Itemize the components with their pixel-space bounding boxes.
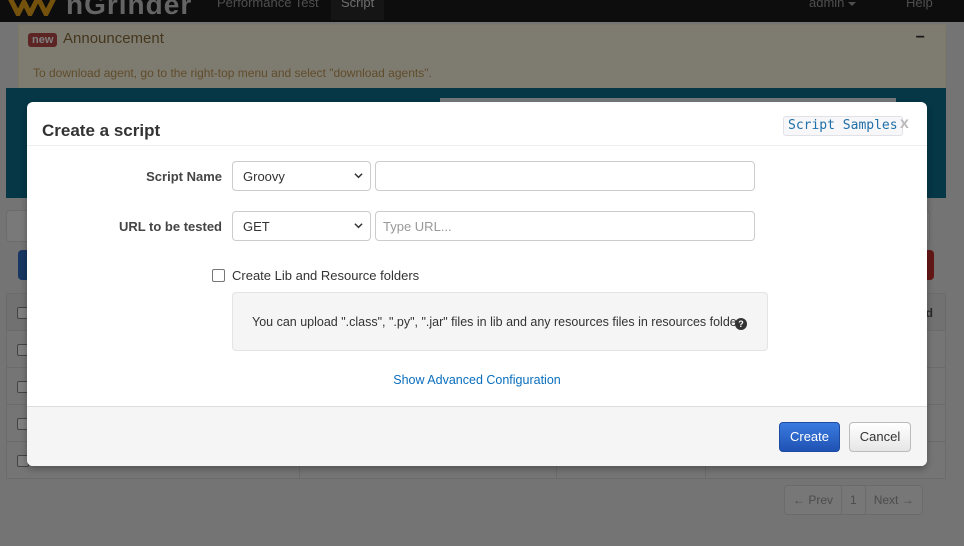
modal-title: Create a script [42,121,161,140]
create-folders-label[interactable]: Create Lib and Resource folders [232,268,419,283]
http-method-value: GET [243,219,270,234]
script-type-select[interactable]: Groovy [232,161,371,191]
chevron-down-icon [354,173,363,179]
modal-header: Create a script Script Samples x [27,102,927,146]
chevron-down-icon [354,223,363,229]
modal-footer: Create Cancel [27,406,927,466]
create-script-modal: Create a script Script Samples x Script … [27,102,927,466]
close-icon[interactable]: x [900,115,909,133]
http-method-select[interactable]: GET [232,211,371,241]
question-circle-icon[interactable]: ? [735,318,747,330]
script-name-input[interactable] [375,161,755,191]
upload-info-text: You can upload ".class", ".py", ".jar" f… [252,315,744,329]
script-type-value: Groovy [243,169,285,184]
script-samples-link[interactable]: Script Samples [783,116,903,136]
create-button[interactable]: Create [779,422,840,452]
url-label: URL to be tested [118,219,222,234]
upload-info-box: You can upload ".class", ".py", ".jar" f… [232,292,768,351]
url-input[interactable] [375,211,755,241]
script-name-label: Script Name [146,169,222,184]
show-advanced-config-link[interactable]: Show Advanced Configuration [27,373,927,387]
create-folders-checkbox[interactable] [212,269,225,282]
cancel-button[interactable]: Cancel [849,422,911,452]
